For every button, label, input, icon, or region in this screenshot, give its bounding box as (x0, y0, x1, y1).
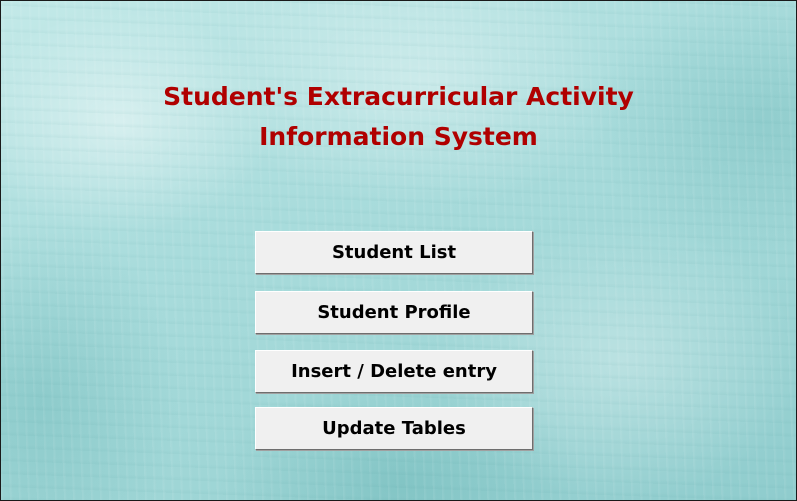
main-menu-window: Student's Extracurricular Activity Infor… (0, 0, 797, 501)
student-profile-button[interactable]: Student Profile (255, 291, 533, 334)
page-title-line-1: Student's Extracurricular Activity (163, 82, 634, 111)
student-list-button[interactable]: Student List (255, 231, 533, 274)
page-title: Student's Extracurricular Activity Infor… (1, 77, 796, 157)
update-tables-button[interactable]: Update Tables (255, 407, 533, 450)
insert-delete-entry-button[interactable]: Insert / Delete entry (255, 350, 533, 393)
page-title-line-2: Information System (259, 122, 538, 151)
